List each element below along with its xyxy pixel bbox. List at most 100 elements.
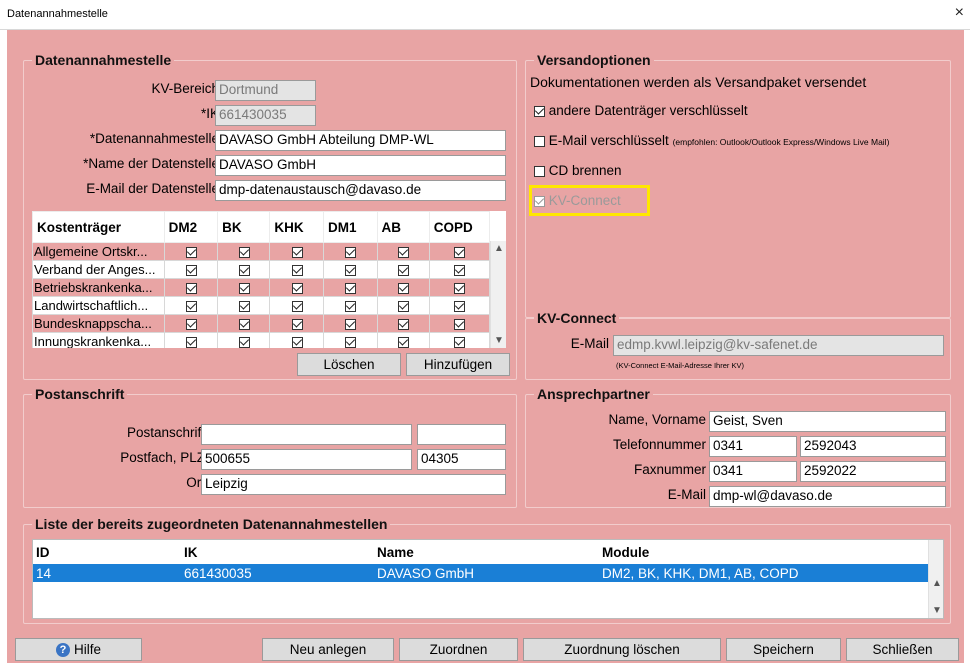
col-ab[interactable]: AB <box>376 211 430 243</box>
checkbox[interactable] <box>291 319 303 331</box>
checkbox[interactable] <box>454 265 466 277</box>
zuordnung-loeschen-button[interactable]: Zuordnung löschen <box>523 638 721 661</box>
name-vorname-field[interactable]: Geist, Sven <box>709 411 946 432</box>
checkbox[interactable] <box>534 135 545 147</box>
group-liste: Liste der bereits zugeordneten Datenanna… <box>23 516 951 624</box>
col-copd[interactable]: COPD <box>428 211 491 243</box>
postanschrift-field[interactable] <box>201 424 412 445</box>
col-ik[interactable]: IK <box>181 540 374 564</box>
loeschen-button[interactable]: Löschen <box>297 353 401 376</box>
name-vorname-label: Name, Vorname <box>608 412 706 427</box>
checkbox[interactable] <box>534 105 545 117</box>
email-datenstelle-field[interactable]: dmp-datenaustausch@davaso.de <box>215 180 506 201</box>
col-dm1[interactable]: DM1 <box>323 211 378 243</box>
close-icon[interactable]: × <box>955 4 964 22</box>
hilfe-button[interactable]: ? Hilfe <box>15 638 142 661</box>
scroll-down-icon[interactable]: ▼ <box>491 335 506 346</box>
scroll-down-icon[interactable]: ▼ <box>929 605 943 616</box>
checkbox[interactable] <box>345 301 357 313</box>
checkbox[interactable] <box>238 337 250 348</box>
col-dm2[interactable]: DM2 <box>163 211 219 243</box>
table-row[interactable]: Innungskrankenka... <box>32 332 491 348</box>
kvconnect-email-field[interactable]: edmp.kvwl.leipzig@kv-safenet.de <box>613 335 944 356</box>
checkbox[interactable] <box>291 265 303 277</box>
checkbox[interactable] <box>185 283 197 295</box>
option-cd-brennen[interactable]: CD brennen <box>534 163 622 178</box>
checkbox[interactable] <box>534 165 545 177</box>
checkbox[interactable] <box>291 283 303 295</box>
group-title: Datenannahmestelle <box>32 52 175 68</box>
scroll-up-icon[interactable]: ▲ <box>491 243 506 254</box>
col-name[interactable]: Name <box>374 540 599 564</box>
checkbox[interactable] <box>398 247 410 259</box>
checkbox[interactable] <box>238 319 250 331</box>
checkbox[interactable] <box>345 337 357 348</box>
checkbox[interactable] <box>238 265 250 277</box>
checkbox[interactable] <box>185 265 197 277</box>
checkbox[interactable] <box>398 265 410 277</box>
grid-scrollbar[interactable]: ▲ ▼ <box>490 241 506 348</box>
scroll-up-icon[interactable]: ▲ <box>929 578 943 589</box>
checkbox[interactable] <box>454 337 466 348</box>
checkbox[interactable] <box>454 319 466 331</box>
col-kostentraeger[interactable]: Kostenträger <box>32 211 165 243</box>
col-id[interactable]: ID <box>33 540 181 564</box>
table-row[interactable]: Bundesknappscha... <box>32 314 491 333</box>
kv-bereich-field[interactable]: Dortmund <box>215 80 316 101</box>
checkbox[interactable] <box>398 319 410 331</box>
checkbox[interactable] <box>291 247 303 259</box>
checkbox[interactable] <box>185 301 197 313</box>
table-row[interactable]: 14 661430035 DAVASO GmbH DM2, BK, KHK, D… <box>33 564 928 582</box>
speichern-button[interactable]: Speichern <box>726 638 841 661</box>
telefon-label: Telefonnummer <box>612 437 706 452</box>
col-khk[interactable]: KHK <box>269 211 324 243</box>
checkbox[interactable] <box>291 301 303 313</box>
neu-anlegen-button[interactable]: Neu anlegen <box>262 638 394 661</box>
checkbox[interactable] <box>398 283 410 295</box>
checkbox[interactable] <box>454 247 466 259</box>
zuordnen-button[interactable]: Zuordnen <box>399 638 518 661</box>
option-kv-connect: KV-Connect <box>534 193 621 208</box>
fax-nummer-field[interactable]: 2592022 <box>800 461 946 482</box>
checkbox[interactable] <box>185 247 197 259</box>
checkbox[interactable] <box>238 283 250 295</box>
window-title: Datenannahmestelle <box>7 8 108 20</box>
checkbox[interactable] <box>185 319 197 331</box>
list-scrollbar[interactable]: ▲ ▼ <box>928 540 943 618</box>
table-row[interactable]: Verband der Anges... <box>32 260 491 279</box>
plz-field[interactable]: 04305 <box>417 449 506 470</box>
checkbox[interactable] <box>345 265 357 277</box>
table-row[interactable]: Allgemeine Ortskr... <box>32 242 491 261</box>
name-datenstelle-field[interactable]: DAVASO GmbH <box>215 155 506 176</box>
datenannahmestelle-field[interactable]: DAVASO GmbH Abteilung DMP-WL <box>215 130 506 151</box>
postanschrift-extra-field[interactable] <box>417 424 506 445</box>
hinzufuegen-button[interactable]: Hinzufügen <box>406 353 510 376</box>
checkbox[interactable] <box>398 337 410 348</box>
postanschrift-label: Postanschrift <box>126 425 205 440</box>
checkbox[interactable] <box>238 247 250 259</box>
zuordnung-list: ID IK Name Module 14 661430035 DAVASO Gm… <box>32 539 944 619</box>
checkbox[interactable] <box>238 301 250 313</box>
checkbox[interactable] <box>454 283 466 295</box>
checkbox[interactable] <box>345 283 357 295</box>
telefon-vorwahl-field[interactable]: 0341 <box>709 436 797 457</box>
ik-field[interactable]: 661430035 <box>215 105 316 126</box>
schliessen-button[interactable]: Schließen <box>846 638 959 661</box>
col-module[interactable]: Module <box>599 540 928 564</box>
checkbox[interactable] <box>345 247 357 259</box>
ansprech-email-field[interactable]: dmp-wl@davaso.de <box>709 486 946 507</box>
option-email-verschluesselt[interactable]: E-Mail verschlüsselt (empfohlen: Outlook… <box>534 133 889 148</box>
checkbox[interactable] <box>398 301 410 313</box>
fax-vorwahl-field[interactable]: 0341 <box>709 461 797 482</box>
postfach-field[interactable]: 500655 <box>201 449 412 470</box>
checkbox[interactable] <box>345 319 357 331</box>
col-bk[interactable]: BK <box>217 211 271 243</box>
telefon-nummer-field[interactable]: 2592043 <box>800 436 946 457</box>
table-row[interactable]: Landwirtschaftlich... <box>32 296 491 315</box>
checkbox[interactable] <box>291 337 303 348</box>
option-datentraeger[interactable]: andere Datenträger verschlüsselt <box>534 103 748 118</box>
table-row[interactable]: Betriebskrankenka... <box>32 278 491 297</box>
ort-field[interactable]: Leipzig <box>201 474 506 495</box>
checkbox[interactable] <box>185 337 197 348</box>
checkbox[interactable] <box>454 301 466 313</box>
